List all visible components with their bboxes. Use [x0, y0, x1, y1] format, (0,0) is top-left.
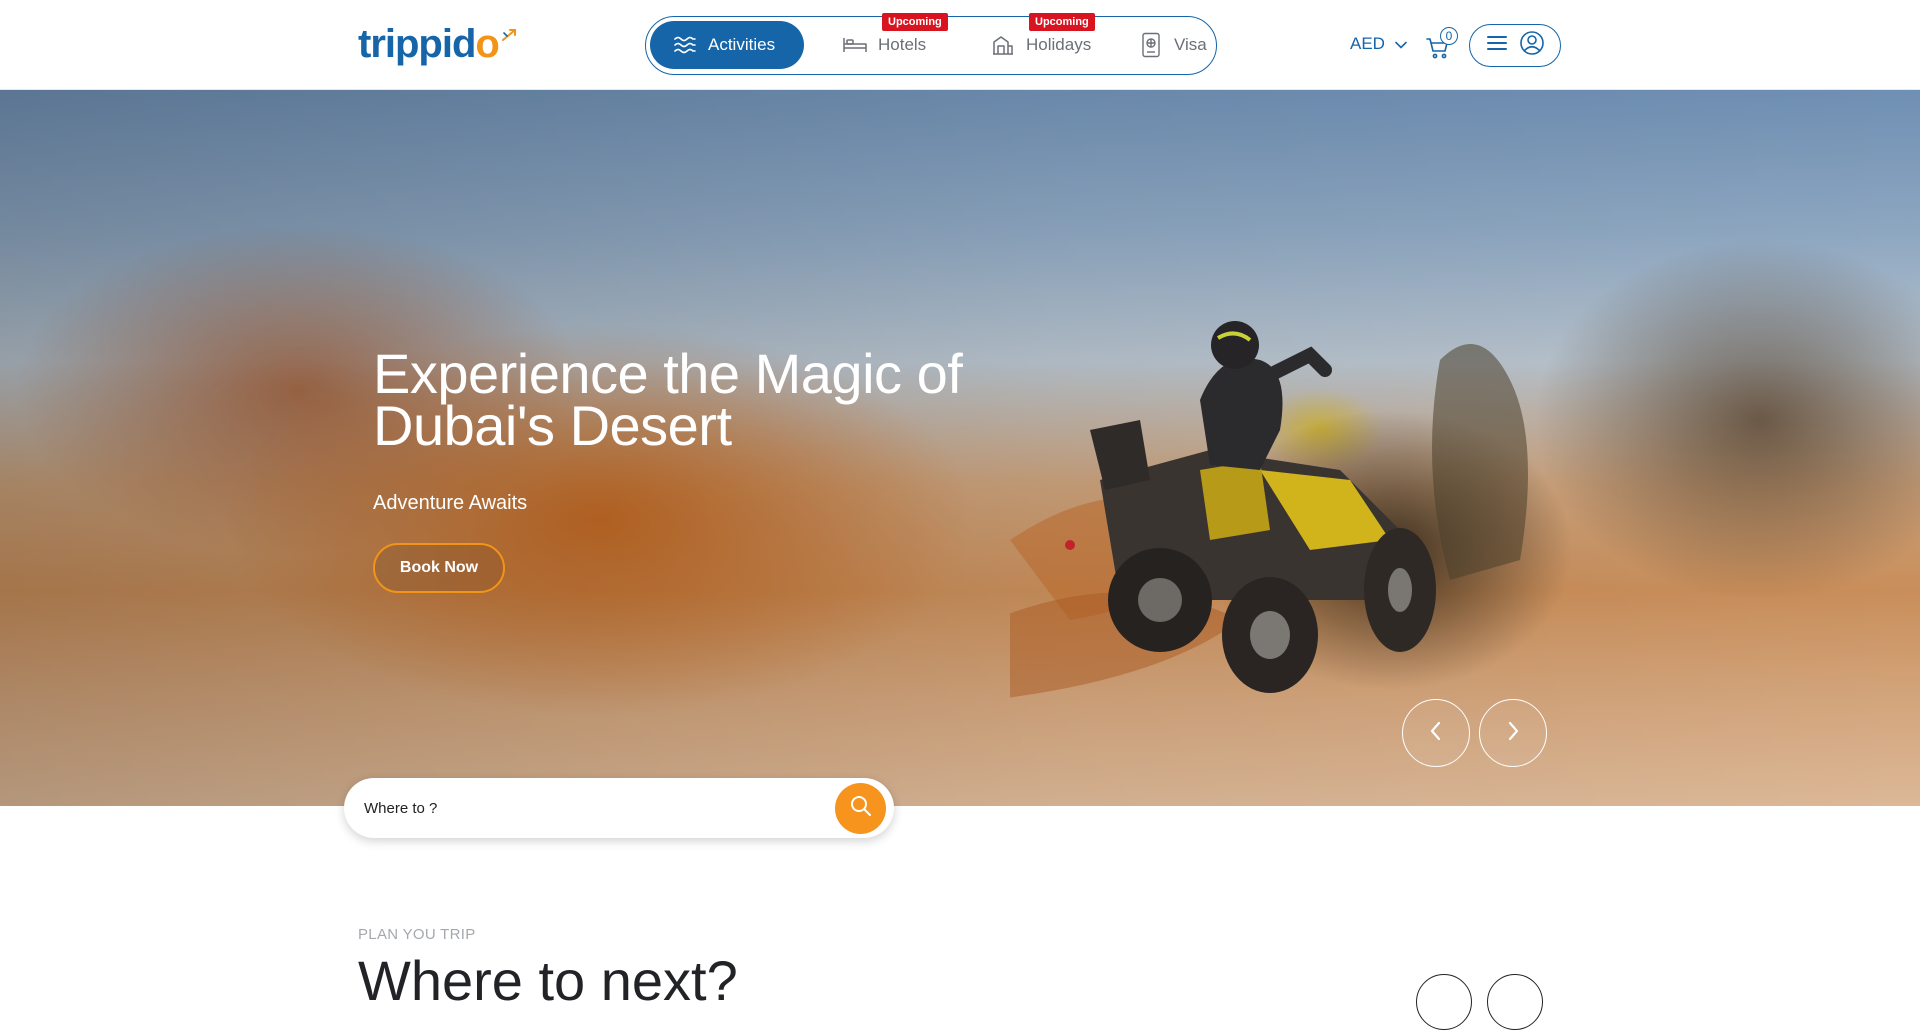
hero-title: Experience the Magic of Dubai's Desert — [373, 342, 963, 457]
main-nav: Activities Hotels Upcoming Holidays Upco… — [645, 13, 1217, 75]
destination-search — [344, 778, 894, 838]
waves-icon — [672, 34, 698, 56]
account-menu-button[interactable] — [1469, 24, 1561, 67]
search-button[interactable] — [835, 783, 886, 834]
tab-visa-label: Visa — [1174, 35, 1207, 54]
tab-activities[interactable]: Activities — [650, 21, 804, 69]
section-prev-button[interactable] — [1416, 974, 1472, 1030]
logo[interactable]: trippido — [358, 22, 517, 66]
section-next-button[interactable] — [1487, 974, 1543, 1030]
search-icon — [849, 794, 873, 823]
currency-value: AED — [1350, 34, 1385, 53]
site-header: trippido Activities Hotels Upcoming Holi… — [0, 0, 1920, 90]
hero-prev-button[interactable] — [1402, 699, 1470, 767]
atv-rider-image — [1010, 321, 1528, 698]
tab-visa[interactable]: Visa — [1116, 21, 1229, 69]
hero-banner: Experience the Magic of Dubai's Desert A… — [0, 90, 1920, 806]
tab-hotels-label: Hotels — [878, 35, 927, 54]
chevron-down-icon — [1395, 34, 1407, 54]
book-now-button[interactable]: Book Now — [373, 543, 505, 593]
tab-holidays-label: Holidays — [1026, 35, 1092, 54]
section-label: PLAN YOU TRIP — [358, 926, 476, 943]
bed-icon — [842, 34, 868, 56]
chevron-right-icon — [1506, 721, 1520, 746]
menu-icon — [1486, 35, 1508, 56]
building-icon — [990, 34, 1016, 56]
tab-hotels[interactable]: Hotels Upcoming — [820, 13, 948, 69]
logo-text: trippido — [358, 22, 500, 66]
chevron-left-icon — [1429, 721, 1443, 746]
user-icon — [1519, 30, 1545, 61]
search-input[interactable] — [364, 778, 804, 838]
passport-icon — [1138, 32, 1164, 58]
cart-button[interactable]: 0 — [1426, 27, 1460, 62]
cart-count-badge: 0 — [1440, 27, 1458, 45]
hero-next-button[interactable] — [1479, 699, 1547, 767]
currency-selector[interactable]: AED — [1350, 34, 1407, 54]
plane-icon — [501, 27, 517, 48]
tab-holidays[interactable]: Holidays Upcoming — [968, 13, 1113, 69]
tab-activities-label: Activities — [708, 35, 776, 54]
upcoming-badge: Upcoming — [882, 13, 948, 31]
upcoming-badge: Upcoming — [1029, 13, 1095, 31]
section-title: Where to next? — [358, 949, 738, 1012]
hero-subtitle: Adventure Awaits — [373, 492, 528, 514]
